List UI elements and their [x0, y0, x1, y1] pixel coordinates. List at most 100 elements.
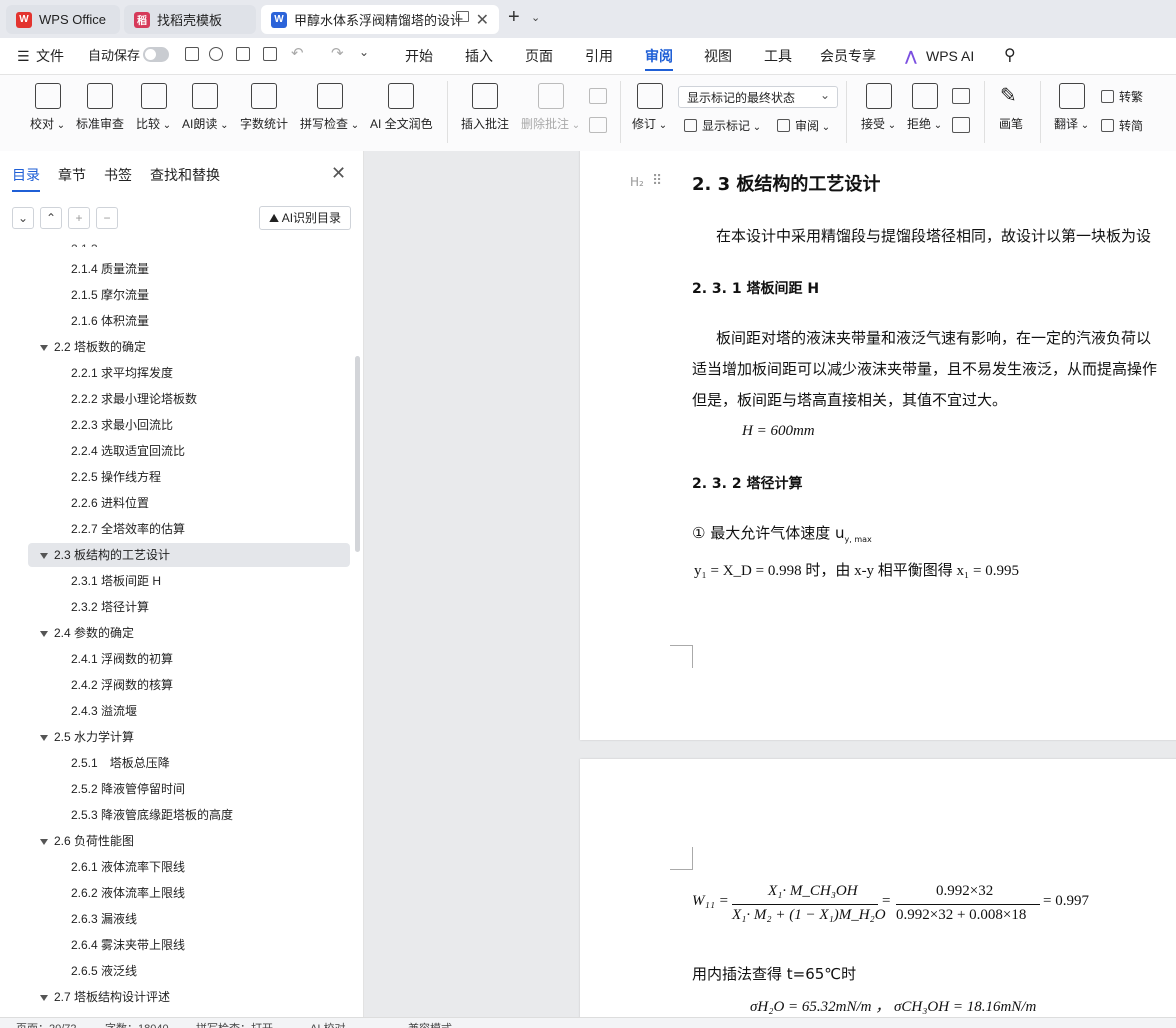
proofread-button[interactable]: 校对 [30, 83, 65, 132]
next-revision-icon[interactable] [952, 117, 970, 133]
expand-caret-icon[interactable] [40, 734, 48, 741]
translate-button[interactable]: 翻译 [1054, 83, 1089, 132]
heading-marker-icon[interactable]: H₂ [630, 175, 644, 189]
delete-comment-button[interactable]: 删除批注 [521, 83, 580, 132]
menu-wps-ai[interactable]: WPS AI [926, 38, 974, 74]
menu-insert[interactable]: 插入 [465, 38, 493, 74]
pane-tab-sections[interactable]: 章节 [58, 165, 86, 185]
outline-subsection-item[interactable]: 2.5.3 降液管底缘距塔板的高度 [71, 803, 233, 827]
show-markup-button[interactable]: 显示标记 [684, 117, 761, 134]
remove-heading-button[interactable]: − [96, 207, 118, 229]
chevron-down-icon[interactable]: ⌄ [359, 45, 369, 59]
print-preview-icon[interactable] [263, 47, 277, 61]
redo-icon[interactable]: ↷ [331, 44, 344, 62]
to-traditional-button[interactable]: 转繁 [1101, 88, 1143, 105]
tab-document[interactable]: W 甲醇水体系浮阀精馏塔的设计 ✕ [261, 5, 499, 34]
menu-view[interactable]: 视图 [704, 38, 732, 74]
menu-page[interactable]: 页面 [525, 38, 553, 74]
insert-comment-button[interactable]: 插入批注 [461, 83, 509, 132]
prev-comment-icon[interactable] [589, 88, 607, 104]
outline-section-item[interactable]: 2.2 塔板数的确定 [40, 335, 146, 359]
reject-button[interactable]: 拒绝 [907, 83, 942, 132]
outline-subsection-item[interactable]: 2.2.2 求最小理论塔板数 [71, 387, 197, 411]
display-mode-select[interactable]: 显示标记的最终状态 [678, 84, 838, 108]
outline-subsection-item[interactable]: 2.4.2 浮阀数的核算 [71, 673, 173, 697]
tab-wps-office[interactable]: W WPS Office [6, 5, 120, 34]
outline-subsection-item[interactable]: 2.2.5 操作线方程 [71, 465, 161, 489]
pane-scrollbar[interactable] [355, 356, 360, 552]
search-icon[interactable]: ⚲ [1004, 38, 1016, 74]
chevron-down-icon[interactable]: ⌄ [531, 11, 540, 24]
collapse-all-button[interactable]: ⌃ [40, 207, 62, 229]
outline-subsection-item[interactable]: 2.6.3 漏液线 [71, 907, 137, 931]
word-count-button[interactable]: 字数统计 [240, 83, 288, 132]
hamburger-icon[interactable]: ☰ [17, 38, 30, 74]
close-pane-icon[interactable]: ✕ [331, 163, 346, 184]
menu-file[interactable]: 文件 [36, 38, 64, 74]
outline-subsection-item[interactable]: 2.5.2 降液管停留时间 [71, 777, 185, 801]
standard-review-button[interactable]: 标准审查 [76, 83, 124, 132]
review-pane-button[interactable]: 审阅 [777, 117, 830, 134]
outline-subsection-item[interactable]: 2.1.6 体积流量 [71, 309, 149, 333]
ai-read-button[interactable]: AI朗读 [182, 83, 229, 132]
menu-home[interactable]: 开始 [405, 38, 433, 74]
pane-tab-find-replace[interactable]: 查找和替换 [150, 165, 220, 185]
outline-subsection-item[interactable]: 2.6.4 雾沫夹带上限线 [71, 933, 185, 957]
outline-section-item[interactable]: 2.3 板结构的工艺设计 [28, 543, 350, 567]
wps-ai-icon: ⋀ [905, 48, 917, 64]
menu-reference[interactable]: 引用 [585, 38, 613, 74]
outline-section-item[interactable]: 2.5 水力学计算 [40, 725, 134, 749]
autosave-toggle[interactable] [143, 47, 169, 62]
print-icon[interactable] [236, 47, 250, 61]
outline-subsection-item[interactable]: 2.5.1 塔板总压降 [71, 751, 170, 775]
expand-caret-icon[interactable] [40, 994, 48, 1001]
outline-subsection-item[interactable]: 2.2.1 求平均挥发度 [71, 361, 173, 385]
save-icon[interactable] [185, 47, 199, 61]
spell-check-button[interactable]: 拼写检查 [300, 83, 359, 132]
drag-handle-icon[interactable]: ⠿ [652, 173, 662, 189]
next-comment-icon[interactable] [589, 117, 607, 133]
outline-subsection-item[interactable]: 2.3.1 塔板间距 H [71, 569, 161, 593]
outline-subsection-item[interactable]: 2.2.6 进料位置 [71, 491, 149, 515]
outline-subsection-item[interactable]: 2.3.2 塔径计算 [71, 595, 149, 619]
outline-section-item[interactable]: 2.4 参数的确定 [40, 621, 134, 645]
prev-revision-icon[interactable] [952, 88, 970, 104]
expand-caret-icon[interactable] [40, 838, 48, 845]
accept-button[interactable]: 接受 [861, 83, 896, 132]
to-simplified-button[interactable]: 转简 [1101, 117, 1143, 134]
outline-subsection-item[interactable]: 2.2.7 全塔效率的估算 [71, 517, 185, 541]
outline-subsection-item[interactable]: 2.6.1 液体流率下限线 [71, 855, 185, 879]
pane-tab-bookmarks[interactable]: 书签 [104, 165, 132, 185]
ai-polish-button[interactable]: AI 全文润色 [370, 83, 433, 132]
tab-template[interactable]: 稻 找稻壳模板 [124, 5, 256, 34]
outline-subsection-item[interactable]: 2.2.3 求最小回流比 [71, 413, 173, 437]
compare-button[interactable]: 比较 [136, 83, 171, 132]
expand-caret-icon[interactable] [40, 344, 48, 351]
ai-identify-toc-button[interactable]: ⛰ AI识别目录 [259, 206, 351, 230]
revise-button[interactable]: 修订 [632, 83, 667, 132]
outline-subsection-item[interactable]: 2.4.1 浮阀数的初算 [71, 647, 173, 671]
menu-tools[interactable]: 工具 [764, 38, 792, 74]
menu-review[interactable]: 审阅 [645, 38, 673, 74]
outline-subsection-item[interactable]: 2.1.4 质量流量 [71, 257, 149, 281]
outline-subsection-item[interactable]: 2.6.2 液体流率上限线 [71, 881, 185, 905]
expand-all-button[interactable]: ⌄ [12, 207, 34, 229]
expand-caret-icon[interactable] [40, 552, 48, 559]
monitor-icon[interactable] [456, 11, 469, 22]
pane-tab-toc[interactable]: 目录 [12, 165, 40, 192]
add-heading-button[interactable]: + [68, 207, 90, 229]
expand-caret-icon[interactable] [40, 630, 48, 637]
outline-subsection-item[interactable]: 2.4.3 溢流堰 [71, 699, 137, 723]
outline-section-item[interactable]: 2.7 塔板结构设计评述 [40, 985, 170, 1009]
outline-item-partial[interactable]: 2.1.3 [71, 237, 98, 247]
outline-subsection-item[interactable]: 2.2.4 选取适宜回流比 [71, 439, 185, 463]
new-tab-button[interactable]: + [508, 6, 520, 29]
close-tab-icon[interactable]: ✕ [476, 10, 489, 30]
outline-section-item[interactable]: 2.6 负荷性能图 [40, 829, 134, 853]
outline-subsection-item[interactable]: 2.6.5 液泛线 [71, 959, 137, 983]
share-icon[interactable] [209, 47, 223, 61]
menu-member[interactable]: 会员专享 [820, 38, 876, 74]
undo-icon[interactable]: ↶ [291, 44, 304, 62]
outline-subsection-item[interactable]: 2.1.5 摩尔流量 [71, 283, 149, 307]
pen-button[interactable]: ✎ 画笔 [998, 83, 1024, 132]
